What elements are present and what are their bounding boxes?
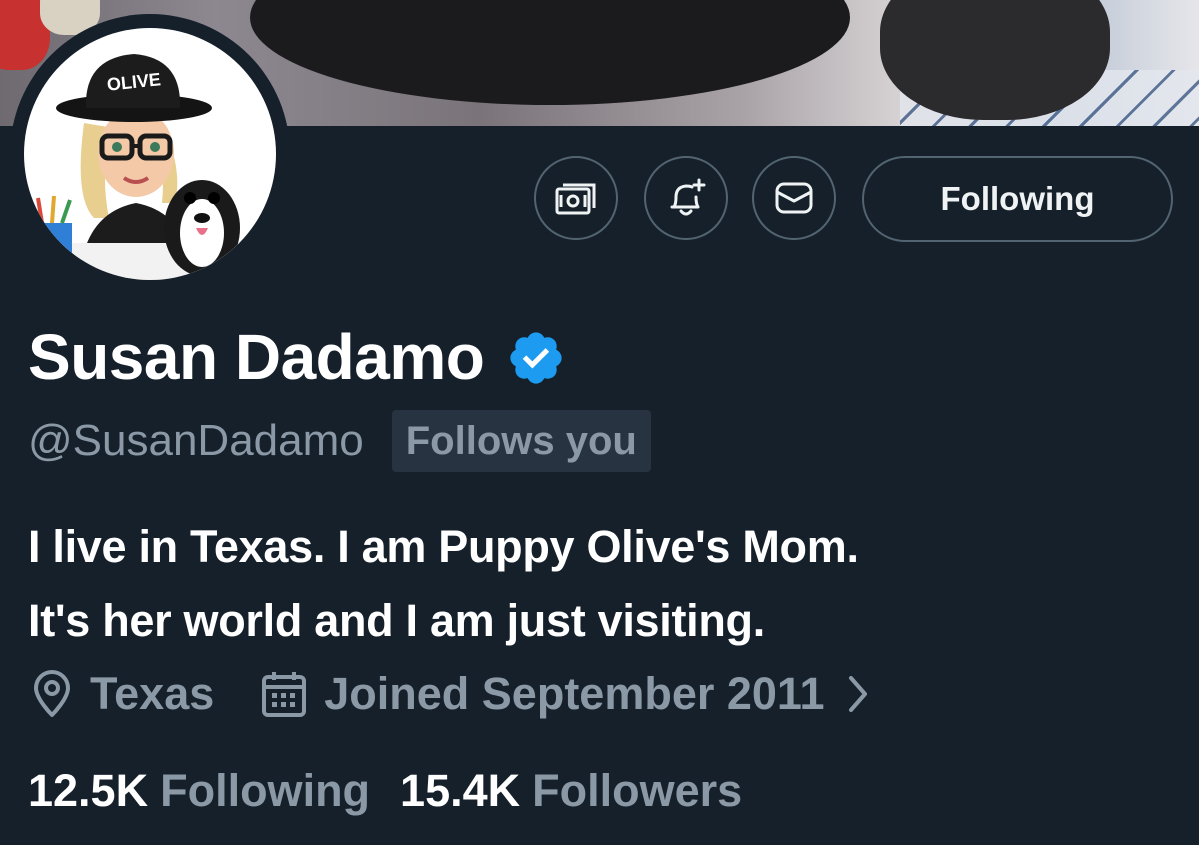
- avatar[interactable]: OLIVE: [24, 28, 276, 280]
- notification-bell-plus-icon: [670, 178, 706, 216]
- location-pin-icon: [34, 670, 70, 717]
- following-button[interactable]: Following: [862, 156, 1173, 242]
- follow-stats: 12.5K Following 15.4K Followers: [28, 765, 772, 817]
- following-count: 12.5K: [28, 765, 149, 816]
- handle-row: @SusanDadamo Follows you: [28, 410, 651, 472]
- avatar-illustration: OLIVE: [24, 54, 276, 280]
- followers-label: Followers: [532, 765, 743, 816]
- profile-meta: Texas Joined September 2011: [30, 668, 889, 720]
- username-handle: @SusanDadamo: [28, 416, 364, 465]
- bio: I live in Texas. I am Puppy Olive's Mom.…: [28, 510, 1178, 658]
- name-row: Susan Dadamo: [28, 320, 566, 394]
- subscription-money-icon: [555, 183, 596, 215]
- followers-stat-link[interactable]: 15.4K Followers: [400, 765, 742, 817]
- chevron-right-icon: [848, 676, 867, 712]
- location-text: Texas: [90, 668, 215, 719]
- location: Texas: [30, 668, 214, 720]
- follows-you-badge: Follows you: [391, 410, 651, 472]
- join-date[interactable]: Joined September 2011: [260, 668, 888, 720]
- following-stat-link[interactable]: 12.5K Following: [28, 765, 370, 817]
- bio-line: I live in Texas. I am Puppy Olive's Mom.: [28, 521, 859, 572]
- following-label: Following: [160, 765, 371, 816]
- followers-count: 15.4K: [400, 765, 521, 816]
- message-envelope-icon: [775, 182, 813, 214]
- calendar-icon: [262, 672, 307, 717]
- notifications-button[interactable]: [644, 156, 728, 240]
- join-date-text: Joined September 2011: [324, 668, 825, 719]
- display-name: Susan Dadamo: [28, 321, 485, 393]
- subscription-button[interactable]: [534, 156, 618, 240]
- bio-line: It's her world and I am just visiting.: [28, 595, 765, 646]
- banner-dog: [250, 0, 850, 105]
- message-button[interactable]: [752, 156, 836, 240]
- verified-badge-icon[interactable]: [506, 328, 566, 393]
